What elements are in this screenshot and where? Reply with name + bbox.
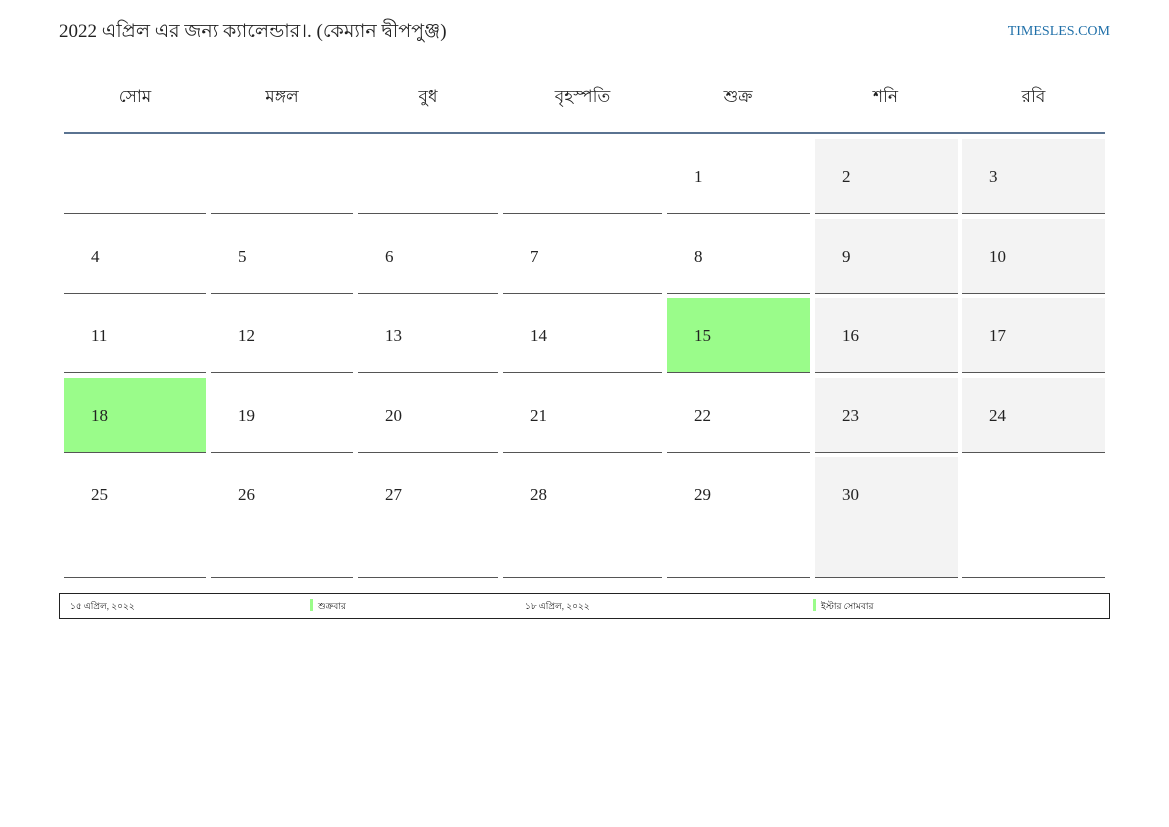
legend-color-marker (310, 599, 313, 611)
weekday-header-wednesday: বুধ (418, 87, 438, 106)
calendar-day-cell (64, 139, 206, 214)
calendar-day-cell (962, 457, 1105, 578)
calendar-day-cell[interactable]: 1 (667, 139, 810, 214)
weekday-header-thursday: বৃহস্পতি (554, 87, 611, 106)
legend-holiday-name: শুক্রবার (318, 601, 346, 611)
calendar-day-cell (358, 139, 498, 214)
calendar-day-cell[interactable]: 7 (503, 219, 662, 294)
weekday-header-saturday: শনি (872, 87, 899, 106)
day-number: 15 (694, 326, 711, 345)
site-link[interactable]: TIMESLES.COM (1008, 23, 1110, 41)
calendar-day-cell[interactable]: 17 (962, 298, 1105, 373)
day-number: 16 (842, 326, 859, 345)
calendar-day-cell[interactable]: 4 (64, 219, 206, 294)
weekday-header-monday: সোম (118, 87, 152, 106)
day-number: 14 (530, 326, 547, 345)
calendar-day-cell[interactable]: 10 (962, 219, 1105, 294)
calendar-day-cell[interactable]: 20 (358, 378, 498, 453)
day-number: 7 (530, 247, 539, 266)
calendar-day-cell[interactable]: 3 (962, 139, 1105, 214)
calendar-day-cell[interactable]: 6 (358, 219, 498, 294)
day-number: 24 (989, 406, 1006, 425)
day-number: 22 (694, 406, 711, 425)
legend-holiday-name: ইস্টার সোমবার (821, 601, 874, 611)
legend-date: ১৫ এপ্রিল, ২০২২ (70, 601, 135, 611)
day-number: 6 (385, 247, 394, 266)
calendar-day-cell[interactable]: 30 (815, 457, 958, 578)
calendar-day-cell[interactable]: 9 (815, 219, 958, 294)
day-number: 27 (385, 485, 402, 504)
calendar-day-cell[interactable]: 12 (211, 298, 353, 373)
calendar-day-cell[interactable]: 14 (503, 298, 662, 373)
day-number: 4 (91, 247, 100, 266)
weekday-header-row: সোম মঙ্গল বুধ বৃহস্পতি শুক্র শনি রবি (64, 80, 1105, 134)
calendar-day-cell[interactable]: 18 (64, 378, 206, 453)
day-number: 8 (694, 247, 703, 266)
day-number: 20 (385, 406, 402, 425)
day-number: 21 (530, 406, 547, 425)
calendar-day-cell[interactable]: 11 (64, 298, 206, 373)
day-number: 30 (842, 485, 859, 504)
weekday-header-friday: শুক্র (723, 87, 753, 106)
day-number: 11 (91, 326, 108, 345)
day-number: 10 (989, 247, 1006, 266)
calendar-day-cell[interactable]: 23 (815, 378, 958, 453)
calendar-day-cell[interactable]: 28 (503, 457, 662, 578)
calendar-day-cell[interactable]: 25 (64, 457, 206, 578)
day-number: 19 (238, 406, 255, 425)
legend-color-marker (813, 599, 816, 611)
day-number: 12 (238, 326, 255, 345)
day-number: 3 (989, 167, 998, 186)
legend-date: ১৮ এপ্রিল, ২০২২ (525, 601, 590, 611)
day-number: 13 (385, 326, 402, 345)
calendar-day-cell[interactable]: 27 (358, 457, 498, 578)
calendar-day-cell[interactable]: 21 (503, 378, 662, 453)
calendar-day-cell[interactable]: 24 (962, 378, 1105, 453)
day-number: 29 (694, 485, 711, 504)
calendar-day-cell[interactable]: 15 (667, 298, 810, 373)
day-number: 17 (989, 326, 1006, 345)
calendar-day-cell (211, 139, 353, 214)
day-number: 1 (694, 167, 703, 186)
calendar-day-cell[interactable]: 16 (815, 298, 958, 373)
day-number: 25 (91, 485, 108, 504)
day-number: 26 (238, 485, 255, 504)
day-number: 18 (91, 406, 108, 425)
calendar-day-cell[interactable]: 2 (815, 139, 958, 214)
calendar-day-cell[interactable]: 22 (667, 378, 810, 453)
calendar-day-cell[interactable]: 26 (211, 457, 353, 578)
page-title: 2022 এপ্রিল এর জন্য ক্যালেন্ডার।. (কেম্য… (59, 21, 447, 42)
calendar-day-cell[interactable]: 19 (211, 378, 353, 453)
day-number: 9 (842, 247, 851, 266)
day-number: 5 (238, 247, 247, 266)
weekday-header-tuesday: মঙ্গল (265, 87, 299, 106)
calendar-day-cell[interactable]: 8 (667, 219, 810, 294)
day-number: 2 (842, 167, 851, 186)
calendar-day-cell[interactable]: 5 (211, 219, 353, 294)
calendar-day-cell[interactable]: 29 (667, 457, 810, 578)
day-number: 28 (530, 485, 547, 504)
holiday-legend: ১৫ এপ্রিল, ২০২২ শুক্রবার ১৮ এপ্রিল, ২০২২… (59, 593, 1110, 619)
day-number: 23 (842, 406, 859, 425)
calendar-day-cell (503, 139, 662, 214)
calendar-day-cell[interactable]: 13 (358, 298, 498, 373)
weekday-header-sunday: রবি (1021, 87, 1046, 106)
